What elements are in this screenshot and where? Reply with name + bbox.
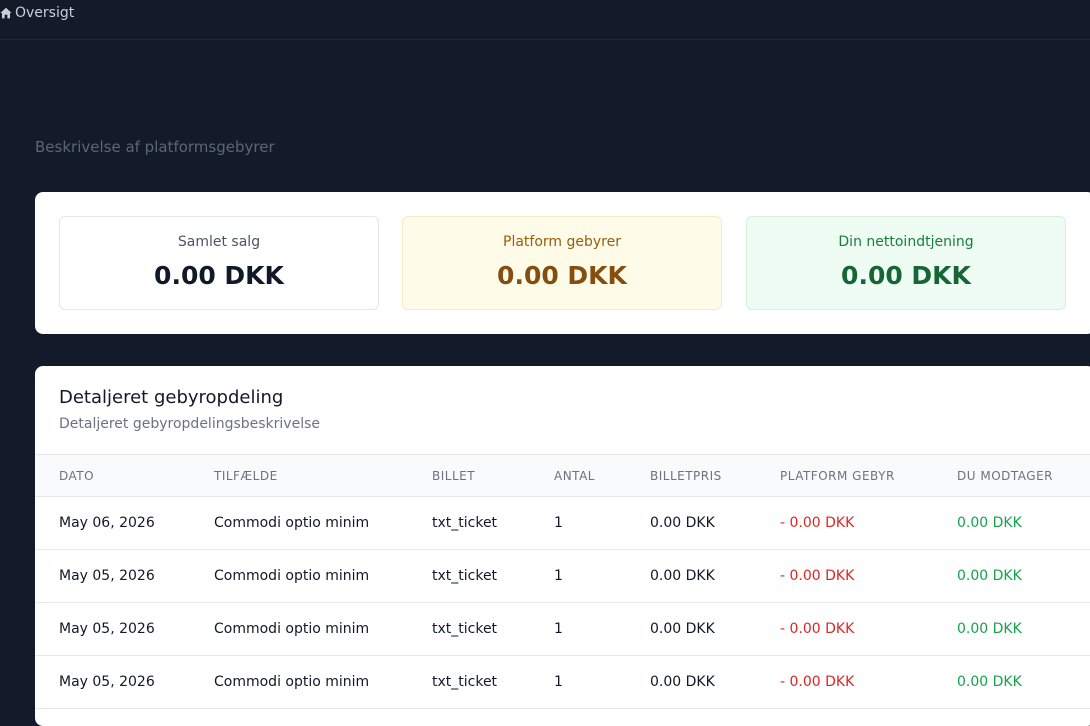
cell-you-receive: 0.00 DKK bbox=[957, 515, 1022, 531]
net-earnings-label: Din nettoindtjening bbox=[838, 234, 974, 250]
cell-ticket: txt_ticket bbox=[432, 674, 498, 690]
column-header-ticket: BILLET bbox=[432, 468, 476, 483]
platform-fees-stat: Platform gebyrer 0.00 DKK bbox=[402, 216, 722, 310]
cell-case: Commodi optio minim bbox=[214, 674, 370, 690]
fee-breakdown-description: Detaljeret gebyropdelingsbeskrivelse bbox=[59, 416, 321, 432]
fee-breakdown-title: Detaljeret gebyropdeling bbox=[59, 387, 284, 408]
column-header-you-receive: DU MODTAGER bbox=[957, 468, 1053, 483]
column-header-quantity: ANTAL bbox=[554, 468, 595, 483]
page-subtitle: Beskrivelse af platformsgebyrer bbox=[35, 138, 275, 156]
cell-ticket-price: 0.00 DKK bbox=[650, 621, 715, 637]
breadcrumb-label: Oversigt bbox=[15, 5, 75, 21]
cell-you-receive: 0.00 DKK bbox=[957, 674, 1022, 690]
cell-you-receive: 0.00 DKK bbox=[957, 568, 1022, 584]
cell-ticket-price: 0.00 DKK bbox=[650, 674, 715, 690]
cell-ticket: txt_ticket bbox=[432, 621, 498, 637]
column-header-case: TILFÆLDE bbox=[214, 468, 278, 483]
column-header-ticket-price: BILLETPRIS bbox=[650, 468, 722, 483]
home-icon bbox=[0, 7, 12, 19]
breadcrumb-overview-link[interactable]: Oversigt bbox=[0, 4, 74, 22]
cell-platform-fee: - 0.00 DKK bbox=[780, 568, 855, 584]
cell-ticket: txt_ticket bbox=[432, 568, 498, 584]
table-row: May 05, 2026 Commodi optio minim txt_tic… bbox=[35, 656, 1090, 709]
summary-card: Samlet salg 0.00 DKK Platform gebyrer 0.… bbox=[35, 192, 1090, 334]
cell-ticket-price: 0.00 DKK bbox=[650, 568, 715, 584]
cell-date: May 05, 2026 bbox=[59, 621, 155, 637]
top-bar: Oversigt bbox=[0, 0, 1090, 40]
column-header-date: DATO bbox=[59, 468, 95, 483]
platform-fees-value: 0.00 DKK bbox=[497, 261, 627, 290]
cell-case: Commodi optio minim bbox=[214, 568, 370, 584]
cell-quantity: 1 bbox=[554, 674, 563, 690]
total-sales-stat: Samlet salg 0.00 DKK bbox=[59, 216, 379, 310]
table-row: May 06, 2026 Commodi optio minim txt_tic… bbox=[35, 497, 1090, 550]
cell-quantity: 1 bbox=[554, 621, 563, 637]
cell-ticket: txt_ticket bbox=[432, 515, 498, 531]
cell-case: Commodi optio minim bbox=[214, 621, 370, 637]
column-header-platform-fee: PLATFORM GEBYR bbox=[780, 468, 895, 483]
fee-breakdown-table: DATO TILFÆLDE BILLET ANTAL BILLETPRIS PL… bbox=[35, 454, 1090, 709]
cell-quantity: 1 bbox=[554, 568, 563, 584]
cell-you-receive: 0.00 DKK bbox=[957, 621, 1022, 637]
table-row: May 05, 2026 Commodi optio minim txt_tic… bbox=[35, 603, 1090, 656]
cell-case: Commodi optio minim bbox=[214, 515, 370, 531]
table-row: May 05, 2026 Commodi optio minim txt_tic… bbox=[35, 550, 1090, 603]
net-earnings-value: 0.00 DKK bbox=[841, 261, 971, 290]
cell-quantity: 1 bbox=[554, 515, 563, 531]
cell-date: May 06, 2026 bbox=[59, 515, 155, 531]
fee-breakdown-card: Detaljeret gebyropdeling Detaljeret geby… bbox=[35, 366, 1090, 726]
cell-platform-fee: - 0.00 DKK bbox=[780, 621, 855, 637]
cell-ticket-price: 0.00 DKK bbox=[650, 515, 715, 531]
cell-platform-fee: - 0.00 DKK bbox=[780, 515, 855, 531]
cell-date: May 05, 2026 bbox=[59, 674, 155, 690]
net-earnings-stat: Din nettoindtjening 0.00 DKK bbox=[746, 216, 1066, 310]
platform-fees-label: Platform gebyrer bbox=[503, 234, 621, 250]
total-sales-value: 0.00 DKK bbox=[154, 261, 284, 290]
table-header-row: DATO TILFÆLDE BILLET ANTAL BILLETPRIS PL… bbox=[35, 454, 1090, 497]
total-sales-label: Samlet salg bbox=[177, 234, 261, 250]
cell-platform-fee: - 0.00 DKK bbox=[780, 674, 855, 690]
cell-date: May 05, 2026 bbox=[59, 568, 155, 584]
